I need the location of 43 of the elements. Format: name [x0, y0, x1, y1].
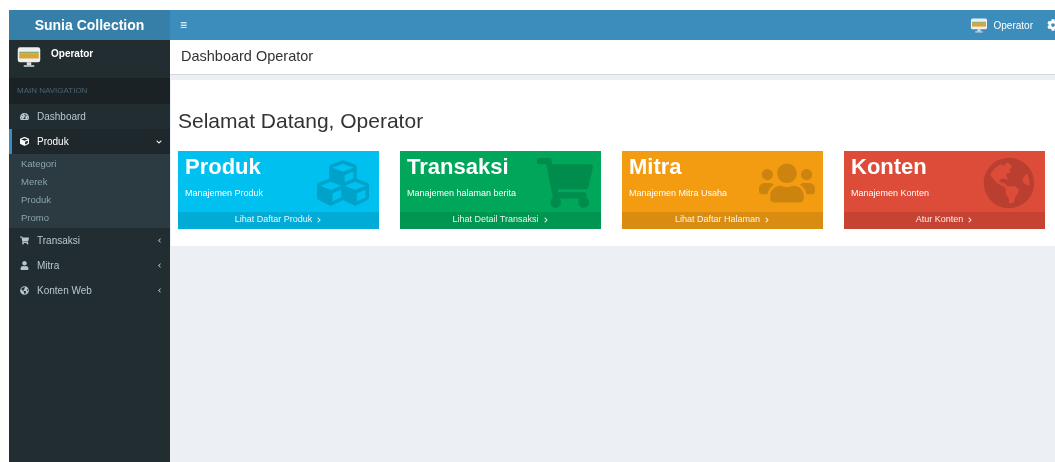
- caret-icon: [157, 238, 162, 243]
- submenu-item[interactable]: Merek: [9, 173, 170, 191]
- section-header: MAIN NAVIGATION: [9, 78, 170, 104]
- nav-item[interactable]: Dashboard: [9, 104, 170, 129]
- card-link[interactable]: Lihat Daftar Halaman: [622, 211, 823, 229]
- card-link[interactable]: Lihat Daftar Produk: [178, 211, 379, 229]
- card-subtitle: Manajemen Produk: [184, 186, 265, 200]
- nav-icon: [20, 112, 29, 121]
- page-title: Dashboard Operator: [170, 40, 1055, 75]
- user-menu[interactable]: Operator: [993, 17, 1033, 33]
- user-name: Operator: [51, 47, 94, 61]
- nav-icon: [20, 286, 29, 295]
- card-icon: [537, 156, 593, 209]
- card-subtitle: Manajemen Konten: [850, 186, 931, 200]
- card-subtitle: Manajemen halaman berita: [406, 186, 518, 200]
- chevron-right-icon: [316, 217, 323, 223]
- chevron-right-icon: [764, 217, 770, 223]
- caret-icon: [156, 138, 162, 145]
- nav-icon: [20, 137, 29, 146]
- card-link[interactable]: Lihat Detail Transaksi: [400, 211, 601, 229]
- nav-item[interactable]: Konten Web: [9, 278, 170, 303]
- brand-logo[interactable]: Sunia Collection: [9, 10, 170, 40]
- card-link[interactable]: Atur Konten: [844, 211, 1045, 229]
- submenu-item[interactable]: Produk: [9, 191, 170, 209]
- card-title: Konten: [850, 152, 928, 178]
- nav-icon: [20, 236, 29, 245]
- chevron-right-icon: [967, 217, 974, 223]
- nav-item[interactable]: Produk: [9, 129, 170, 154]
- welcome-heading: Selamat Datang, Operator: [178, 108, 425, 134]
- chevron-right-icon: [542, 217, 549, 223]
- card-title: Produk: [184, 152, 262, 178]
- card-title: Mitra: [628, 152, 683, 178]
- card-subtitle: Manajemen Mitra Usaha: [628, 186, 729, 200]
- nav-item[interactable]: Mitra: [9, 253, 170, 278]
- card-icon: [981, 156, 1037, 209]
- submenu-item[interactable]: Promo: [9, 209, 170, 227]
- menu-toggle[interactable]: ≡: [180, 19, 187, 31]
- card-title: Transaksi: [406, 152, 510, 178]
- caret-icon: [157, 288, 162, 293]
- nav-icon: [20, 261, 29, 270]
- nav-item[interactable]: Transaksi: [9, 228, 170, 253]
- caret-icon: [157, 263, 162, 268]
- submenu-item[interactable]: Kategori: [9, 155, 170, 173]
